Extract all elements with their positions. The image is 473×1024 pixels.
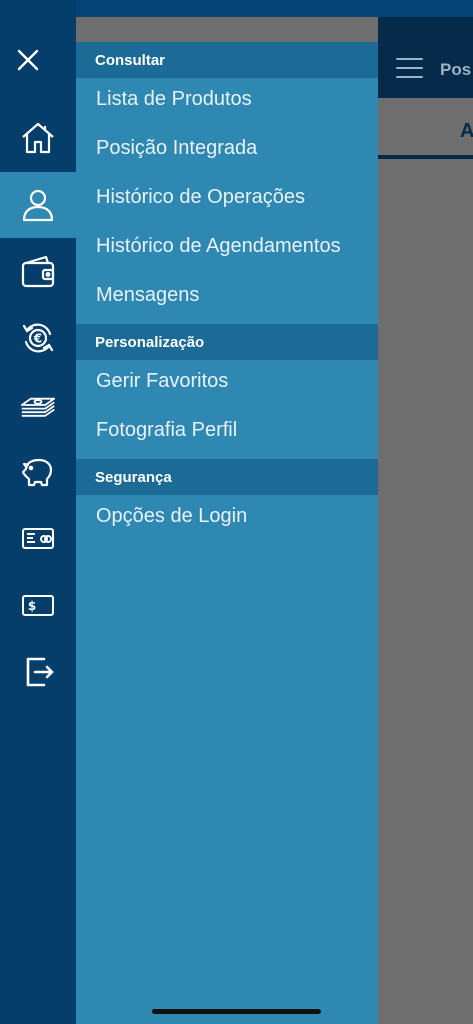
background-page-title: Pos [440, 60, 472, 79]
section-header-consultar: Consultar [76, 42, 378, 78]
background-header [378, 17, 473, 98]
dollar-bill-icon: $ [22, 595, 54, 616]
menu-item-historico-operacoes[interactable]: Histórico de Operações [96, 177, 378, 217]
logout-icon [26, 657, 54, 687]
menu-item-mensagens[interactable]: Mensagens [96, 275, 378, 315]
rail-home-button[interactable] [0, 105, 76, 171]
menu-item-gerir-favoritos[interactable]: Gerir Favoritos [96, 361, 378, 401]
section-header-personalizacao: Personalização [76, 324, 378, 360]
svg-text:€: € [33, 332, 42, 346]
wallet-icon [21, 255, 55, 288]
menu-item-fotografia-perfil[interactable]: Fotografia Perfil [96, 410, 378, 450]
home-icon [22, 122, 54, 154]
rail-wallet-button[interactable] [0, 239, 76, 305]
svg-text:$: $ [28, 599, 36, 613]
rail-card-button[interactable] [0, 505, 76, 571]
banknotes-icon [20, 397, 56, 417]
user-icon [22, 189, 54, 222]
rail-user-button[interactable] [0, 172, 76, 238]
rail-banknotes-button[interactable] [0, 372, 76, 438]
background-tab-label[interactable]: A [460, 120, 473, 143]
menu-panel: Consultar Lista de Produtos Posição Inte… [76, 42, 378, 1024]
rail-logout-button[interactable] [0, 639, 76, 705]
background-tab-underline [378, 155, 473, 159]
close-icon [17, 49, 39, 71]
home-indicator[interactable] [152, 1009, 321, 1014]
rail-savings-button[interactable] [0, 439, 76, 505]
rail-exchange-button[interactable]: € [0, 305, 76, 371]
piggy-bank-icon [21, 458, 53, 487]
menu-item-posicao-integrada[interactable]: Posição Integrada [96, 128, 378, 168]
rail-payments-button[interactable]: $ [0, 572, 76, 638]
background-tab-bar [378, 98, 473, 158]
close-button[interactable] [8, 40, 48, 80]
section-header-seguranca: Segurança [76, 459, 378, 495]
hamburger-icon[interactable] [396, 58, 423, 78]
menu-item-opcoes-de-login[interactable]: Opções de Login [96, 496, 378, 536]
euro-exchange-icon: € [22, 323, 54, 353]
menu-item-lista-de-produtos[interactable]: Lista de Produtos [96, 79, 378, 119]
menu-item-historico-agendamentos[interactable]: Histórico de Agendamentos [96, 226, 378, 266]
credit-card-icon [22, 528, 54, 549]
